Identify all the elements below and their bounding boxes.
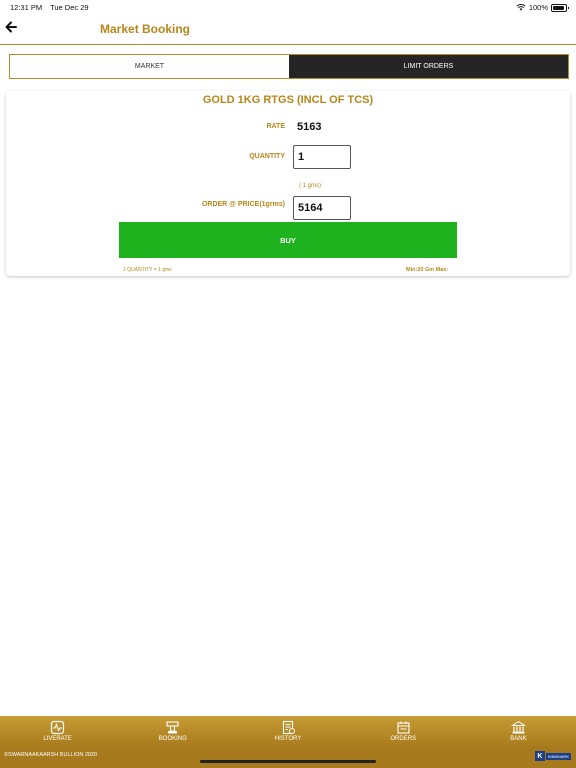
battery-percent: 100%	[528, 3, 548, 12]
status-bar: 12:31 PM Tue Dec 29 100%	[0, 0, 576, 14]
brand-text: KINDMARK	[545, 752, 571, 760]
bottom-tab-label: BOOKING	[158, 736, 187, 742]
quantity-input[interactable]	[293, 145, 351, 169]
bottom-tab-liverate[interactable]: LIVERATE	[0, 716, 115, 746]
liverate-icon	[50, 720, 65, 735]
brand-letter: K	[534, 751, 545, 761]
bottom-tab-label: ORDERS	[390, 736, 417, 742]
min-max-note: Min:20 Gm Max:	[406, 267, 449, 273]
order-type-tabs: MARKET LIMIT ORDERS	[9, 54, 569, 79]
order-price-input[interactable]	[293, 196, 351, 220]
rate-value: 5163	[297, 121, 322, 133]
product-title: GOLD 1KG RTGS (INCL OF TCS)	[202, 94, 374, 106]
tab-market[interactable]: MARKET	[10, 55, 289, 78]
copyright-text: ©SWARNAAKAARSH BULLION 2020	[4, 752, 98, 758]
home-indicator	[200, 760, 376, 763]
bottom-tab-label: HISTORY	[274, 736, 302, 742]
bottom-tab-label: BANK	[510, 736, 527, 742]
tab-limit-orders[interactable]: LIMIT ORDERS	[289, 55, 568, 78]
grams-note: ( 1 gms)	[299, 183, 322, 189]
footer: ©SWARNAAKAARSH BULLION 2020 K KINDMARK	[0, 746, 576, 768]
bottom-tab-label: LIVERATE	[43, 736, 72, 742]
buy-button[interactable]: BUY	[119, 222, 457, 258]
bottom-tab-bank[interactable]: BANK	[461, 716, 576, 746]
history-icon	[282, 720, 295, 735]
booking-icon	[166, 721, 179, 734]
battery-icon	[551, 3, 569, 12]
status-date: Tue Dec 29	[50, 3, 89, 12]
bottom-tab-orders[interactable]: ORDERS	[346, 716, 461, 746]
status-time: 12:31 PM	[10, 3, 43, 12]
orders-icon	[397, 721, 410, 734]
booking-card: GOLD 1KG RTGS (INCL OF TCS) RATE 5163 QU…	[6, 91, 570, 276]
navigation-bar: Market Booking	[0, 14, 576, 45]
order-price-label: ORDER @ PRICE(1grms)	[201, 201, 285, 208]
bottom-tab-booking[interactable]: BOOKING	[115, 716, 230, 746]
wifi-icon	[516, 4, 526, 11]
page-title: Market Booking	[100, 22, 191, 36]
rate-label: RATE	[266, 123, 285, 130]
back-arrow-icon[interactable]	[4, 20, 18, 34]
bank-icon	[510, 720, 526, 734]
quantity-note: 1 QUANTITY = 1 gms	[123, 267, 172, 273]
bottom-tab-history[interactable]: HISTORY	[230, 716, 345, 746]
brand-logo: K KINDMARK	[534, 751, 571, 761]
bottom-tab-bar: LIVERATE BOOKING HISTORY ORDERS BANK	[0, 716, 576, 746]
quantity-label: QUANTITY	[249, 153, 285, 160]
